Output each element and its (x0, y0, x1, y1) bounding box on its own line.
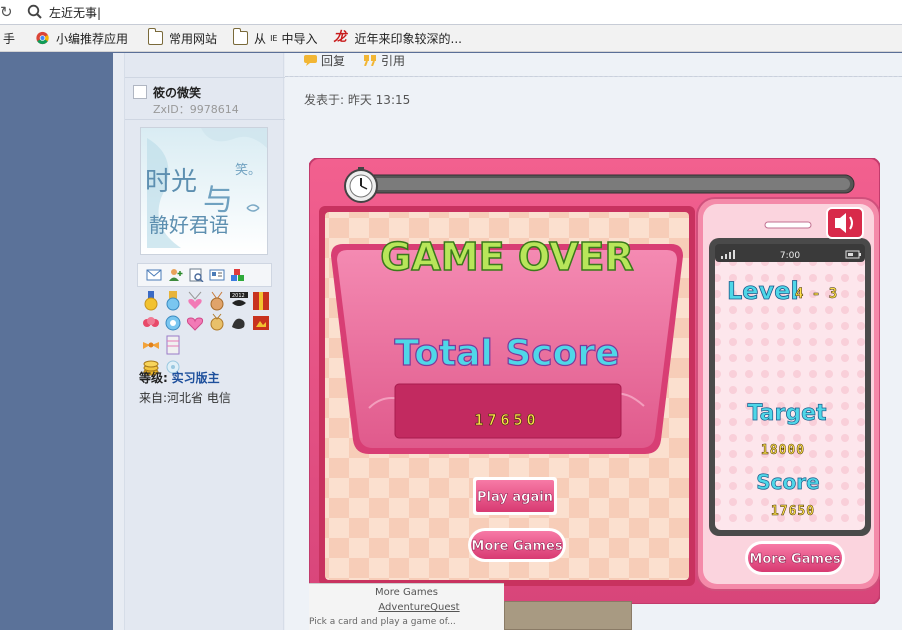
level-value[interactable]: 实习版主 (172, 371, 220, 385)
medal-icon[interactable] (163, 335, 183, 355)
medal-icon[interactable] (141, 335, 161, 355)
dragon-char-icon: 龙 (333, 30, 347, 45)
medal-icon[interactable] (185, 313, 205, 333)
level-label: Level (727, 277, 799, 305)
message-icon[interactable] (146, 268, 162, 282)
reply-label: 回复 (321, 53, 346, 68)
ie-label: IE (270, 33, 278, 43)
page-left-margin (0, 53, 113, 630)
bookmark-label-suffix: 中导入 (281, 31, 318, 46)
divider (125, 77, 285, 78)
medal-icon[interactable] (141, 291, 161, 311)
reply-icon (304, 54, 317, 66)
medal-icon[interactable] (163, 313, 183, 333)
bookmarks-bar: 手 小编推荐应用 常用网站 从 IE 中导入 龙 近年来印象较深的... (0, 25, 902, 52)
quote-label: 引用 (381, 53, 406, 68)
medal-icon[interactable]: 2012 (229, 291, 249, 311)
medal-icon[interactable] (251, 313, 271, 333)
folder-icon (233, 28, 249, 45)
bookmark-label: 手 (3, 31, 16, 46)
divider (125, 119, 285, 120)
phone-more-games-label: More Games (749, 552, 840, 567)
quote-icon (364, 54, 377, 66)
bookmark-item-import-ie[interactable]: 从 IE 中导入 (230, 28, 320, 48)
post-content: 回复 引用 发表于: 昨天 13:15 GAME OVER Total Scor… (285, 53, 902, 630)
avatar-text-top: 时光 (145, 167, 197, 197)
medals: 2012 (141, 291, 281, 379)
game-thumbnail[interactable] (504, 601, 632, 630)
divider (285, 76, 902, 77)
phone-more-games-button[interactable]: More Games (745, 541, 845, 575)
phone-score-value: 17650 (771, 504, 815, 519)
medal-icon[interactable] (185, 291, 205, 311)
more-games-label: More Games (471, 539, 562, 554)
embedded-game[interactable]: GAME OVER Total Score 17650 Play again M… (309, 158, 880, 604)
reply-button[interactable]: 回复 (303, 53, 346, 68)
bookmark-label: 小编推荐应用 (56, 31, 129, 46)
level-label: 等级: (139, 371, 168, 385)
user-id: ZxID：9978614 (153, 103, 239, 116)
medal-icon[interactable] (207, 313, 227, 333)
medal-icon[interactable] (141, 313, 161, 333)
play-again-button[interactable]: Play again (473, 477, 557, 515)
medal-icon[interactable] (229, 313, 249, 333)
game-over-title: GAME OVER (380, 235, 634, 279)
chrome-icon (36, 31, 49, 45)
avatar-image: 时光 与 静好君语 笑。 (141, 128, 267, 254)
post-actions: 回复 引用 (303, 53, 406, 68)
blocks-icon[interactable] (230, 268, 246, 282)
address-bar: ↻ (0, 0, 902, 25)
card-icon[interactable] (209, 268, 225, 282)
phone-score-label: Score (756, 470, 819, 494)
folder-icon (148, 28, 164, 45)
add-friend-icon[interactable] (167, 268, 183, 282)
play-again-label: Play again (477, 490, 553, 505)
user-small-avatar[interactable] (133, 85, 147, 99)
quote-button[interactable]: 引用 (363, 53, 406, 68)
user-name[interactable]: 筱の微笑 (153, 84, 201, 101)
search-icon (27, 4, 42, 19)
target-label: Target (747, 401, 827, 426)
post-timestamp: 发表于: 昨天 13:15 (304, 93, 411, 107)
medal-icon[interactable] (207, 291, 227, 311)
reload-icon[interactable]: ↻ (0, 3, 14, 21)
bookmark-label: 常用网站 (169, 31, 218, 46)
user-tools-bar (137, 263, 272, 287)
total-score-value: 17650 (474, 411, 539, 429)
avatar-text-bottom: 静好君语 (149, 213, 229, 237)
user-location: 来自:河北省 电信 (139, 391, 231, 405)
game-footer: More Games AdventureQuest Pick a card an… (309, 583, 504, 630)
bookmark-label: 从 (254, 31, 267, 46)
footer-note: Pick a card and play a game of... (309, 617, 456, 627)
level-value: 4 - 3 (795, 286, 837, 302)
sound-button[interactable] (826, 207, 864, 239)
phone-time: 7:00 (780, 251, 800, 261)
bookmark-item-cut[interactable]: 手 (0, 28, 18, 48)
more-games-button[interactable]: More Games (468, 528, 566, 562)
svg-text:2012: 2012 (232, 293, 245, 299)
bookmark-item-recommended-apps[interactable]: 小编推荐应用 (32, 28, 131, 48)
user-level: 等级: 实习版主 (139, 369, 220, 386)
bookmark-item-memorable[interactable]: 龙 近年来印象较深的... (331, 28, 465, 48)
medal-icon[interactable] (251, 291, 271, 311)
profile-icon[interactable] (188, 268, 204, 282)
bookmark-item-common-sites[interactable]: 常用网站 (145, 28, 220, 48)
forum-post: 筱の微笑 ZxID：9978614 时光 与 静好君语 笑。 2012 等级: … (113, 53, 902, 630)
address-input[interactable] (49, 2, 549, 22)
target-value: 18000 (761, 443, 805, 458)
footer-more-games[interactable]: More Games (309, 587, 504, 598)
total-score-label: Total Score (394, 333, 619, 374)
user-info-column: 筱の微笑 ZxID：9978614 时光 与 静好君语 笑。 2012 等级: … (124, 53, 285, 630)
timer-bar (358, 174, 855, 194)
medal-icon[interactable] (163, 291, 183, 311)
footer-link[interactable]: AdventureQuest (309, 602, 529, 613)
avatar-text-side: 笑。 (235, 162, 261, 178)
bookmark-label: 近年来印象较深的... (354, 31, 462, 46)
avatar[interactable]: 时光 与 静好君语 笑。 (140, 127, 268, 255)
